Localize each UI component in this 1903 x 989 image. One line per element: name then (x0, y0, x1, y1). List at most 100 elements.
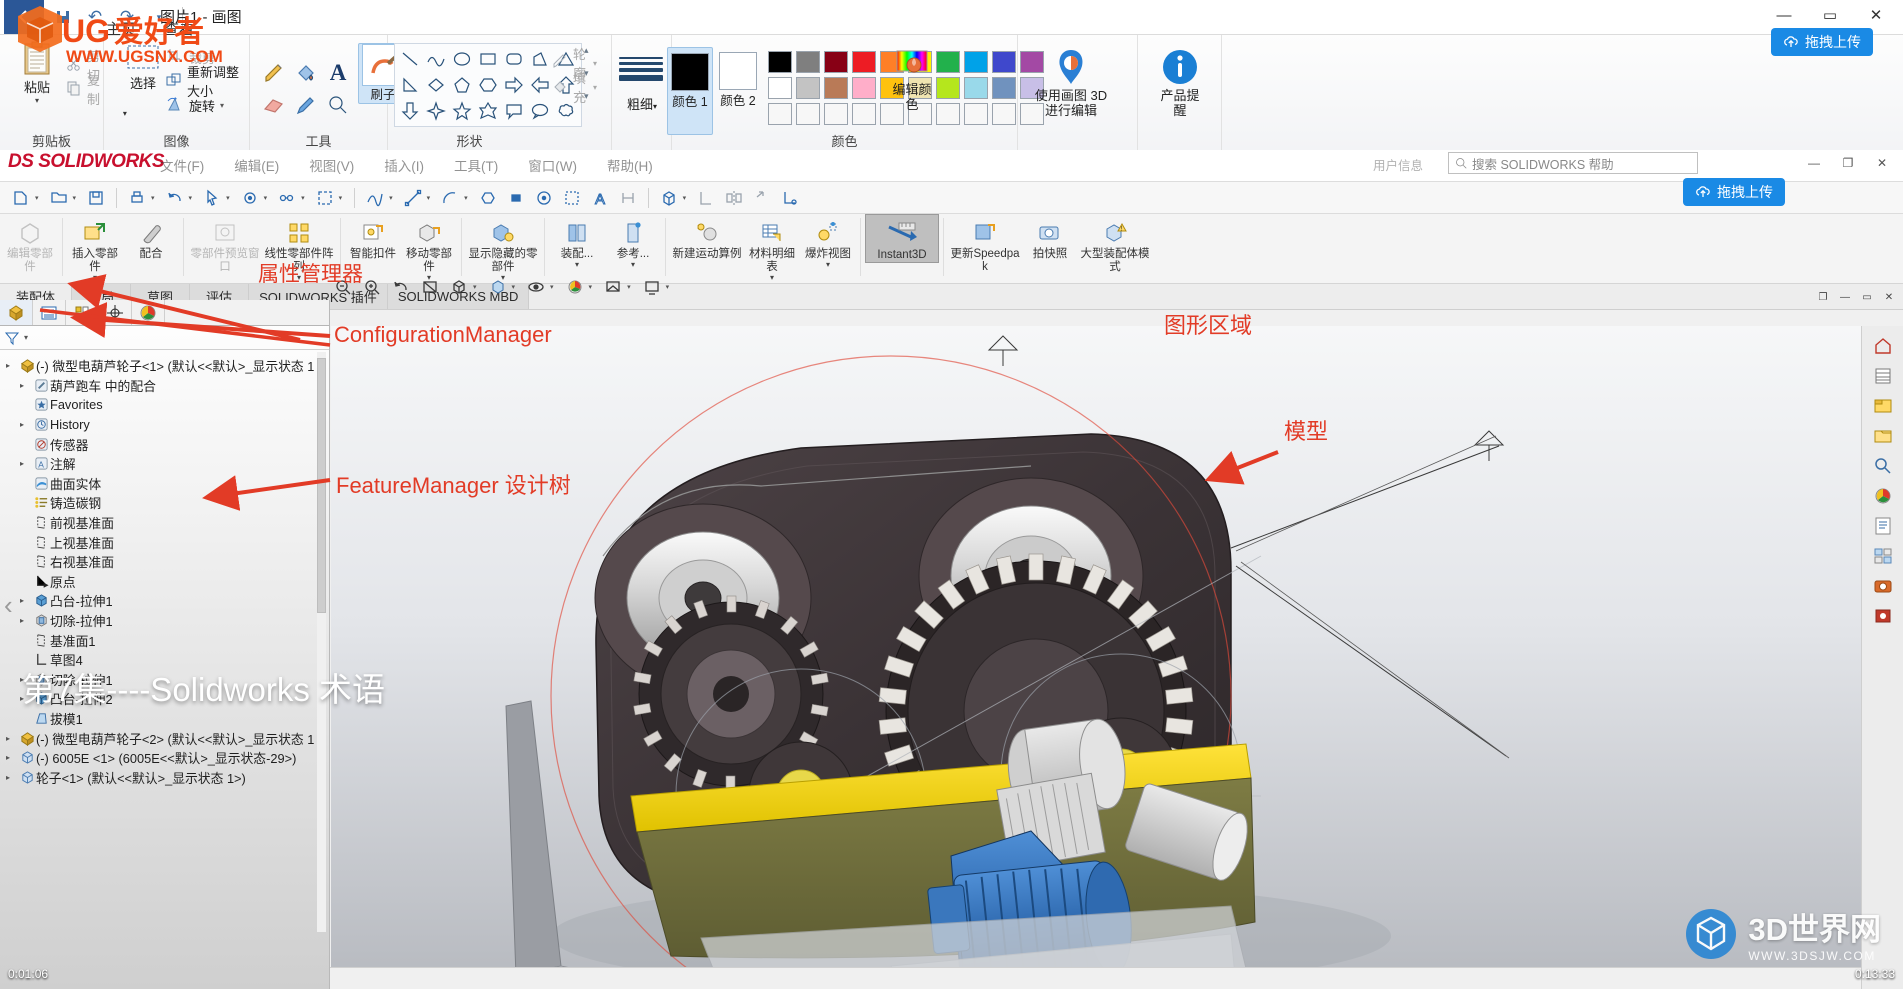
close-button[interactable]: ✕ (1853, 0, 1899, 30)
palette-swatch-0-7[interactable] (964, 51, 988, 73)
help-search-input[interactable]: 搜索 SOLIDWORKS 帮助 (1448, 152, 1698, 174)
command-large-assembly[interactable]: ! 大型装配体模式 (1078, 214, 1152, 274)
toolbar-dropdown-caret[interactable]: ▾ (301, 194, 305, 202)
tree-scrollbar-thumb[interactable] (317, 358, 326, 613)
appearances-icon[interactable] (1869, 484, 1897, 508)
toolbar-mirror-button[interactable] (721, 185, 747, 211)
sw-minimize-button[interactable]: — (1797, 150, 1831, 176)
command-motion-study[interactable]: 新建运动算例 (670, 214, 744, 261)
view-view-orientation-button[interactable]: ▾ (446, 274, 482, 300)
search-icon[interactable] (1869, 454, 1897, 478)
upload-button-second[interactable]: 拖拽上传 (1683, 178, 1785, 206)
feature-tree[interactable]: ▸ (-) 微型电葫芦轮子<1> (默认<<默认>_显示状态 1 ▸ 葫芦跑车 中的配… (0, 350, 329, 787)
design-library-icon[interactable] (1869, 394, 1897, 418)
paste-dropdown-caret[interactable]: ▾ (35, 96, 39, 105)
sensors-panel-icon[interactable] (1869, 604, 1897, 628)
palette-swatch-1-7[interactable] (964, 77, 988, 99)
shape-hexagon[interactable] (475, 72, 501, 98)
shape-five-point-star[interactable] (449, 98, 475, 124)
toolbar-extrude-button[interactable]: ▾ (656, 185, 692, 211)
tree-item[interactable]: 拔模1 (0, 709, 329, 729)
pencil-icon[interactable] (258, 57, 290, 89)
minimize-button[interactable]: — (1761, 0, 1807, 30)
view-view-settings-button[interactable]: ▾ (639, 274, 675, 300)
palette-swatch-1-2[interactable] (824, 77, 848, 99)
tree-item[interactable]: 前视基准面 (0, 513, 329, 533)
menu-insert[interactable]: 插入(I) (384, 155, 424, 175)
tree-item[interactable]: ▸ (-) 6005E <1> (6005E<<默认>_显示状态-29>) (0, 748, 329, 768)
shape-right-triangle[interactable] (397, 72, 423, 98)
filter-caret[interactable]: ▾ (24, 333, 28, 342)
eraser-icon[interactable] (258, 89, 290, 121)
graphics-area[interactable] (331, 326, 1861, 989)
toolbar-dropdown-caret[interactable]: ▾ (151, 194, 155, 202)
command-dropdown-caret[interactable]: ▾ (93, 274, 97, 282)
toolbar-circle-button[interactable] (531, 185, 557, 211)
shape-diamond[interactable] (423, 72, 449, 98)
color1-button[interactable]: 颜色 1 (667, 47, 713, 135)
palette-swatch-0-8[interactable] (992, 51, 1016, 73)
tree-expand-arrow[interactable]: ▸ (20, 381, 32, 390)
toolbar-dropdown-caret[interactable]: ▾ (35, 194, 39, 202)
file-explorer-icon[interactable] (1869, 364, 1897, 388)
edit-colors-button[interactable]: 编辑颜色 (880, 45, 944, 113)
tree-item[interactable]: Favorites (0, 395, 329, 415)
palette-swatch-2-7[interactable] (964, 103, 988, 125)
cm-restore-icon[interactable]: ❐ (1815, 290, 1831, 304)
command-instant3d[interactable]: Instant3D (865, 214, 939, 264)
view-dropdown-caret[interactable]: ▾ (627, 283, 631, 291)
shape-polygon[interactable] (527, 46, 553, 72)
view-section-view-button[interactable] (417, 274, 443, 300)
view-dropdown-caret[interactable]: ▾ (473, 283, 477, 291)
view-scene-button[interactable]: ▾ (600, 274, 636, 300)
command-dropdown-caret[interactable]: ▾ (631, 261, 635, 269)
rotate-caret[interactable]: ▾ (220, 101, 224, 110)
toolbar-dropdown-caret[interactable]: ▾ (73, 194, 77, 202)
tree-item[interactable]: 传感器 (0, 434, 329, 454)
view-dropdown-caret[interactable]: ▾ (550, 283, 554, 291)
tree-expand-arrow[interactable]: ▸ (6, 753, 18, 762)
view-dropdown-caret[interactable]: ▾ (512, 283, 516, 291)
shape-rectangle[interactable] (475, 46, 501, 72)
palette-swatch-0-2[interactable] (824, 51, 848, 73)
command-exploded-view[interactable]: 爆炸视图 ▾ (800, 214, 856, 269)
select-dropdown-caret[interactable]: ▾ (114, 109, 127, 118)
toolbar-shell-button[interactable] (693, 185, 719, 211)
shape-four-point-star[interactable] (423, 98, 449, 124)
cm-maximize-icon[interactable]: ▭ (1859, 290, 1875, 304)
menu-window[interactable]: 窗口(W) (528, 155, 577, 175)
tree-expand-arrow[interactable]: ▸ (6, 361, 18, 370)
home-icon[interactable] (1869, 334, 1897, 358)
paint3d-button[interactable]: 使用画图 3D 进行编辑 (1035, 47, 1107, 119)
palette-swatch-2-2[interactable] (824, 103, 848, 125)
command-move-component[interactable]: 移动零部件 ▾ (401, 214, 457, 282)
toolbar-file-properties-button[interactable]: ▾ (274, 185, 310, 211)
sw-restore-button[interactable]: ❐ (1831, 150, 1865, 176)
tree-item[interactable]: ▸ 切除-拉伸1 (0, 611, 329, 631)
toolbar-rectangle-button[interactable] (503, 185, 529, 211)
toolbar-print-button[interactable]: ▾ (124, 185, 160, 211)
shape-pentagon[interactable] (449, 72, 475, 98)
fill-bucket-icon[interactable] (290, 57, 322, 89)
tree-expand-arrow[interactable]: ▸ (20, 616, 32, 625)
shape-down-arrow[interactable] (397, 98, 423, 124)
shape-rect-callout[interactable] (501, 98, 527, 124)
tree-item[interactable]: ▸ A 注解 (0, 454, 329, 474)
display-manager-tab[interactable] (132, 300, 165, 325)
panel-collapse-arrow[interactable]: ‹ (4, 590, 13, 621)
text-tool-icon[interactable]: A (322, 57, 354, 89)
view-dropdown-caret[interactable]: ▾ (666, 283, 670, 291)
toolbar-dimension-button[interactable] (615, 185, 641, 211)
shape-right-arrow[interactable] (501, 72, 527, 98)
tree-expand-arrow[interactable]: ▸ (6, 734, 18, 743)
command-snapshot[interactable]: 拍快照 (1022, 214, 1078, 261)
toolbar-line-button[interactable]: ▾ (400, 185, 436, 211)
view-hide-show-button[interactable]: ▾ (523, 274, 559, 300)
menu-edit[interactable]: 编辑(E) (234, 155, 279, 175)
tree-item[interactable]: 原点 (0, 572, 329, 592)
view-previous-view-button[interactable] (388, 274, 414, 300)
configuration-manager-tab[interactable] (66, 300, 99, 325)
tree-item[interactable]: ▸ 凸台-拉伸1 (0, 591, 329, 611)
palette-swatch-0-3[interactable] (852, 51, 876, 73)
photoview-icon[interactable] (1869, 574, 1897, 598)
